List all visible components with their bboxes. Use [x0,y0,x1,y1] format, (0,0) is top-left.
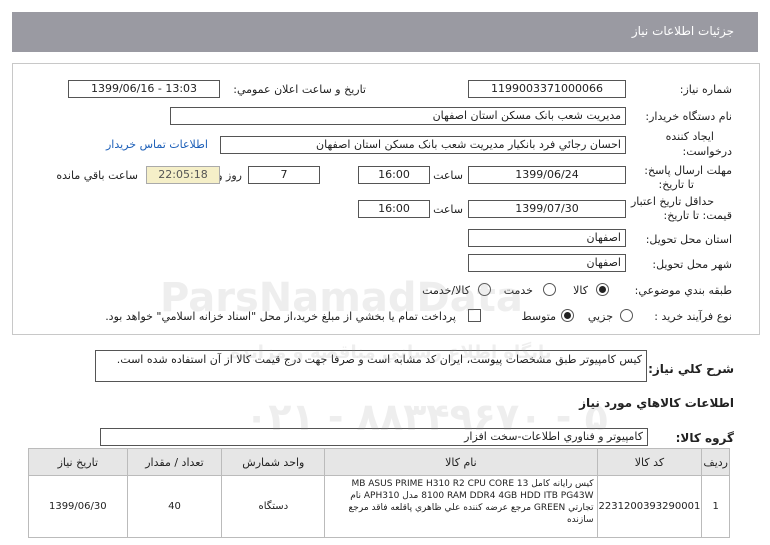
announce-label: تاريخ و ساعت اعلان عمومي: [233,83,366,96]
col-unit: واحد شمارش [221,448,326,476]
watermark-phone: ۰۲۱ - ۸۸۳۴۹۶۷۰ - ۵ [245,395,608,439]
process-option-minor: جزيي [587,310,613,323]
deadline-label-2: تا تاريخ: [658,178,694,191]
page: جزئيات اطلاعات نياز شماره نياز: 11990033… [0,0,770,545]
col-code: کد کالا [596,448,703,476]
announce-field[interactable]: 1399/06/16 - 13:03 [68,80,220,98]
category-radio-goods[interactable] [596,283,609,296]
process-radio-medium[interactable] [561,309,574,322]
category-option-goods: کالا [573,284,588,297]
col-index: رديف [701,448,730,476]
row-qty: 40 [126,475,223,538]
need-number-label: شماره نياز: [679,83,732,96]
process-label: نوع فرآيند خريد : [654,310,732,323]
table-row[interactable]: 1 2231200393290001 کيس رايانه کامل MB AS… [28,475,730,538]
remaining-time-field: 22:05:18 [146,166,220,184]
category-radio-service[interactable] [543,283,556,296]
province-label: استان محل تحويل: [645,233,732,246]
category-label: طبقه بندي موضوعي: [634,284,732,297]
buyer-label: نام دستگاه خريدار: [645,110,732,123]
process-option-medium: متوسط [521,310,556,323]
deadline-time-label: ساعت [433,169,463,182]
col-date: تاريخ نياز [28,448,128,476]
province-field[interactable]: اصفهان [468,229,626,247]
row-unit: دستگاه [221,475,326,538]
goods-group-label: گروه کالا: [675,431,734,445]
watermark-brand: ParsNamadData [160,275,523,321]
col-qty: تعداد / مقدار [126,448,223,476]
remaining-label: ساعت باقي مانده [56,169,138,182]
row-name: کيس رايانه کامل MB ASUS PRIME H310 R2 CP… [324,475,598,538]
city-field[interactable]: اصفهان [468,254,626,272]
deadline-label: مهلت ارسال پاسخ: [644,164,732,177]
creator-label-2: درخواست: [682,145,732,158]
deadline-date-field[interactable]: 1399/06/24 [468,166,626,184]
validity-label: حداقل تاريخ اعتبار [630,195,714,208]
col-name: نام کالا [324,448,598,476]
days-field[interactable]: 7 [248,166,320,184]
validity-time-label: ساعت [433,203,463,216]
creator-label: ايجاد کننده [665,130,714,143]
row-code: 2231200393290001 [596,475,703,538]
contact-buyer-link[interactable]: اطلاعات تماس خريدار [106,138,208,151]
description-label: شرح کلي نياز: [648,362,734,376]
validity-time-field[interactable]: 16:00 [358,200,430,218]
creator-field[interactable]: احسان رجائي فرد بانکيار مديريت شعب بانک … [220,136,626,154]
title-bar: جزئيات اطلاعات نياز [12,12,758,52]
need-number-field[interactable]: 1199003371000066 [468,80,626,98]
days-label: روز و [217,169,242,182]
process-radio-minor[interactable] [620,309,633,322]
validity-label-2: قيمت: تا تاريخ: [663,209,732,222]
validity-date-field[interactable]: 1399/07/30 [468,200,626,218]
deadline-time-field[interactable]: 16:00 [358,166,430,184]
page-title: جزئيات اطلاعات نياز [631,24,734,38]
goods-table: رديف کد کالا نام کالا واحد شمارش تعداد /… [28,448,730,538]
watermark-subtitle: پايگاه اطلاع رساني مناقصه و مزايده [230,342,552,363]
city-label: شهر محل تحويل: [652,258,732,271]
row-index: 1 [701,475,730,538]
buyer-field[interactable]: مديريت شعب بانک مسکن استان اصفهان [170,107,626,125]
row-date: 1399/06/30 [28,475,128,538]
